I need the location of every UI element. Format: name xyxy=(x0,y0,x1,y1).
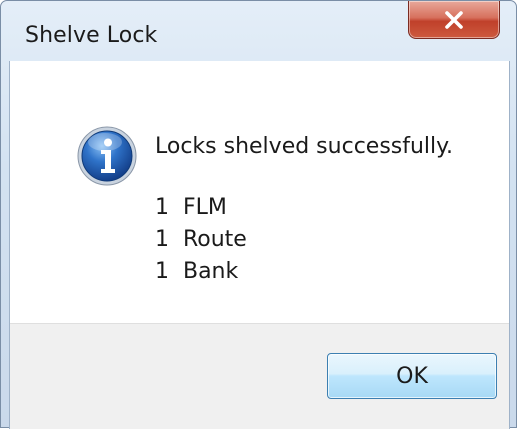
close-icon xyxy=(443,10,465,30)
detail-line: 1 FLM xyxy=(155,195,227,220)
dialog-window: Shelve Lock Locks shelved successfully. … xyxy=(0,0,517,429)
ok-button[interactable]: OK xyxy=(327,353,497,399)
dialog-content: Locks shelved successfully. 1 FLM 1 Rout… xyxy=(9,61,510,429)
detail-list: 1 FLM 1 Route 1 Bank xyxy=(155,192,247,288)
close-button[interactable] xyxy=(408,1,500,39)
title-bar[interactable]: Shelve Lock xyxy=(1,1,516,61)
information-icon xyxy=(76,125,138,187)
detail-line: 1 Route xyxy=(155,227,247,252)
window-title: Shelve Lock xyxy=(25,23,158,48)
message-text: Locks shelved successfully. xyxy=(155,134,454,159)
detail-line: 1 Bank xyxy=(155,259,239,284)
button-bar: OK xyxy=(10,323,509,429)
